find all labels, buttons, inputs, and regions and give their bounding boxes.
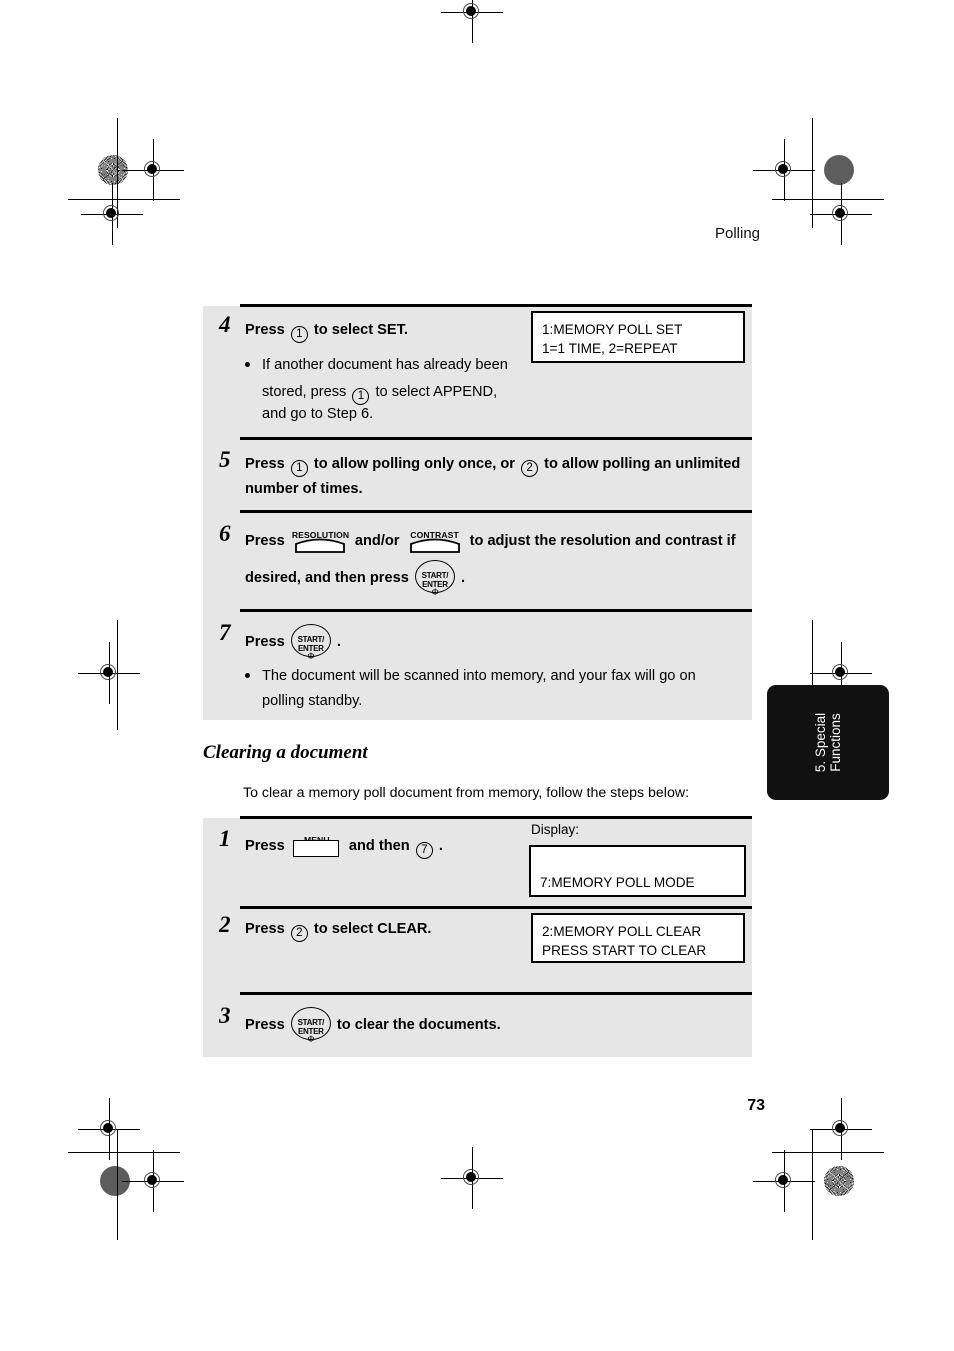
power-symbol-icon: Φ <box>307 1034 315 1044</box>
registration-dot-top-right <box>824 155 854 185</box>
resolution-button[interactable]: RESOLUTION <box>292 525 349 555</box>
bullet-dot-icon <box>245 362 250 367</box>
key-1-icon[interactable]: 1 <box>290 326 308 343</box>
display-clearing-step-1-line1: 7:MEMORY POLL MODE <box>540 875 695 890</box>
menu-button-shape <box>292 840 339 857</box>
step-4-bullet-line2a: stored, press <box>262 384 347 400</box>
rule-above-step-5 <box>240 437 752 440</box>
bullet-dot-icon <box>245 673 250 678</box>
clearing-step-2-press-label: Press <box>245 921 285 937</box>
registration-target-mid-left <box>78 642 140 704</box>
rule-above-clearing-step-2 <box>240 906 752 909</box>
display-clearing-step-1: 7:MEMORY POLL MODE ENTER #(1-2, ◀, ▶) <box>529 845 746 928</box>
step-6-text-c: . <box>460 570 466 586</box>
chapter-thumb-tab: 5. Special Functions <box>767 685 889 800</box>
rule-above-step-6 <box>240 510 752 513</box>
clearing-step-1-text-a: and then <box>348 838 410 854</box>
step-7-bullet-text: The document will be scanned into memory… <box>262 668 696 709</box>
start-enter-button[interactable]: START/ ENTER Φ <box>290 1007 331 1044</box>
start-enter-button[interactable]: START/ ENTER Φ <box>414 560 455 597</box>
step-7-bullet: The document will be scanned into memory… <box>245 664 735 714</box>
step-number-5: 5 <box>219 447 231 472</box>
step-5-text-a: to allow polling only once, or <box>313 456 515 472</box>
rule-above-clearing-step-3 <box>240 992 752 995</box>
contrast-button-shape <box>409 538 460 553</box>
trim-line-top-right-vertical <box>812 118 814 228</box>
clearing-step-1-instruction: Press MENU and then 7 . <box>245 830 535 860</box>
power-symbol-icon: Φ <box>431 587 439 597</box>
registration-starburst-bottom-right <box>824 1166 854 1196</box>
registration-target-lower-left <box>78 1098 140 1160</box>
step-number-7: 7 <box>219 620 231 645</box>
registration-target-top-left-inner <box>122 139 184 201</box>
step-7-text-period: . <box>336 634 341 650</box>
key-2-icon[interactable]: 2 <box>290 925 308 942</box>
clearing-step-1-text-b: . <box>438 838 443 854</box>
step-number-6: 6 <box>219 521 231 546</box>
trim-line-bottom-left-horizontal <box>68 1152 180 1154</box>
contrast-button[interactable]: CONTRAST <box>407 525 463 555</box>
rule-above-clearing-step-1 <box>240 816 752 819</box>
clearing-step-1-press-label: Press <box>245 838 285 854</box>
key-7-icon[interactable]: 7 <box>415 842 433 859</box>
registration-target-bottom-center <box>441 1147 503 1209</box>
menu-button[interactable]: MENU <box>292 830 342 860</box>
section-heading-clearing-a-document: Clearing a document <box>203 742 368 763</box>
step-6-instruction: Press RESOLUTION and/or CONTRAST to adju… <box>245 525 745 555</box>
step-6-text-a: to adjust the resolution and contrast if <box>469 533 736 549</box>
step-7-press-label: Press <box>245 634 285 650</box>
clearing-step-3-instruction: Press START/ ENTER Φ to clear the docume… <box>245 1007 645 1044</box>
step-4-instruction: Press 1 to select SET. <box>245 318 515 343</box>
clearing-step-3-press-label: Press <box>245 1017 285 1033</box>
registration-target-top-center <box>441 0 503 43</box>
step-4-bullet: If another document has already been <box>245 353 525 378</box>
step-5-text-b: to allow polling an unlimited <box>544 456 741 472</box>
step-number-1: 1 <box>219 826 231 851</box>
registration-target-lower-right <box>810 1098 872 1160</box>
trim-line-bottom-right-vertical <box>812 1130 814 1240</box>
trim-line-bottom-left-vertical <box>117 1130 119 1240</box>
trim-line-mid-left <box>117 620 119 730</box>
running-head: Polling <box>714 225 760 242</box>
rule-above-step-7 <box>240 609 752 612</box>
step-number-3: 3 <box>219 1003 231 1028</box>
resolution-button-shape <box>294 538 345 553</box>
step-4-bullet-line3: and go to Step 6. <box>262 406 374 422</box>
registration-target-bottom-left-inner <box>122 1150 184 1212</box>
rule-above-step-4 <box>240 304 752 307</box>
step-5-text-c: number of times. <box>245 481 363 497</box>
step-6-instruction-line2: desired, and then press START/ ENTER Φ . <box>245 560 645 597</box>
step-5-instruction: Press 1 to allow polling only once, or 2… <box>245 452 745 502</box>
step-4-bullet-line1: If another document has already been <box>262 357 508 373</box>
chapter-thumb-tab-label: 5. Special Functions <box>813 712 843 773</box>
clearing-step-3-text-a: to clear the documents. <box>336 1017 501 1033</box>
display-clearing-step-2: 2:MEMORY POLL CLEAR PRESS START TO CLEAR <box>531 913 745 963</box>
step-5-press-label: Press <box>245 456 285 472</box>
trim-line-bottom-right-horizontal <box>772 1152 884 1154</box>
step-4-action-label: to select SET. <box>313 322 408 338</box>
step-number-4: 4 <box>219 312 231 337</box>
key-2-icon[interactable]: 2 <box>521 460 539 477</box>
registration-target-upper-right <box>810 183 872 245</box>
start-enter-button[interactable]: START/ ENTER Φ <box>290 624 331 661</box>
display-step-4: 1:MEMORY POLL SET 1=1 TIME, 2=REPEAT <box>531 311 745 363</box>
step-6-text-b: desired, and then press <box>245 570 409 586</box>
clearing-step-2-instruction: Press 2 to select CLEAR. <box>245 917 525 942</box>
step-4-press-label: Press <box>245 322 285 338</box>
step-6-press-label: Press <box>245 533 285 549</box>
step-6-text-andor: and/or <box>354 533 400 549</box>
step-7-instruction: Press START/ ENTER Φ . <box>245 624 645 661</box>
clearing-step-2-text-a: to select CLEAR. <box>313 921 432 937</box>
step-number-2: 2 <box>219 912 231 937</box>
registration-target-bottom-right-inner <box>753 1150 815 1212</box>
display-label: Display: <box>531 822 580 837</box>
clearing-intro-paragraph: To clear a memory poll document from mem… <box>243 785 690 801</box>
step-4-bullet-line2b: to select APPEND, <box>375 384 498 400</box>
page-number: 73 <box>747 1097 765 1114</box>
registration-target-top-right-inner <box>753 139 815 201</box>
manual-page: Polling 5. Special Functions 4 Press 1 t… <box>0 0 954 1351</box>
key-1-icon[interactable]: 1 <box>290 460 308 477</box>
